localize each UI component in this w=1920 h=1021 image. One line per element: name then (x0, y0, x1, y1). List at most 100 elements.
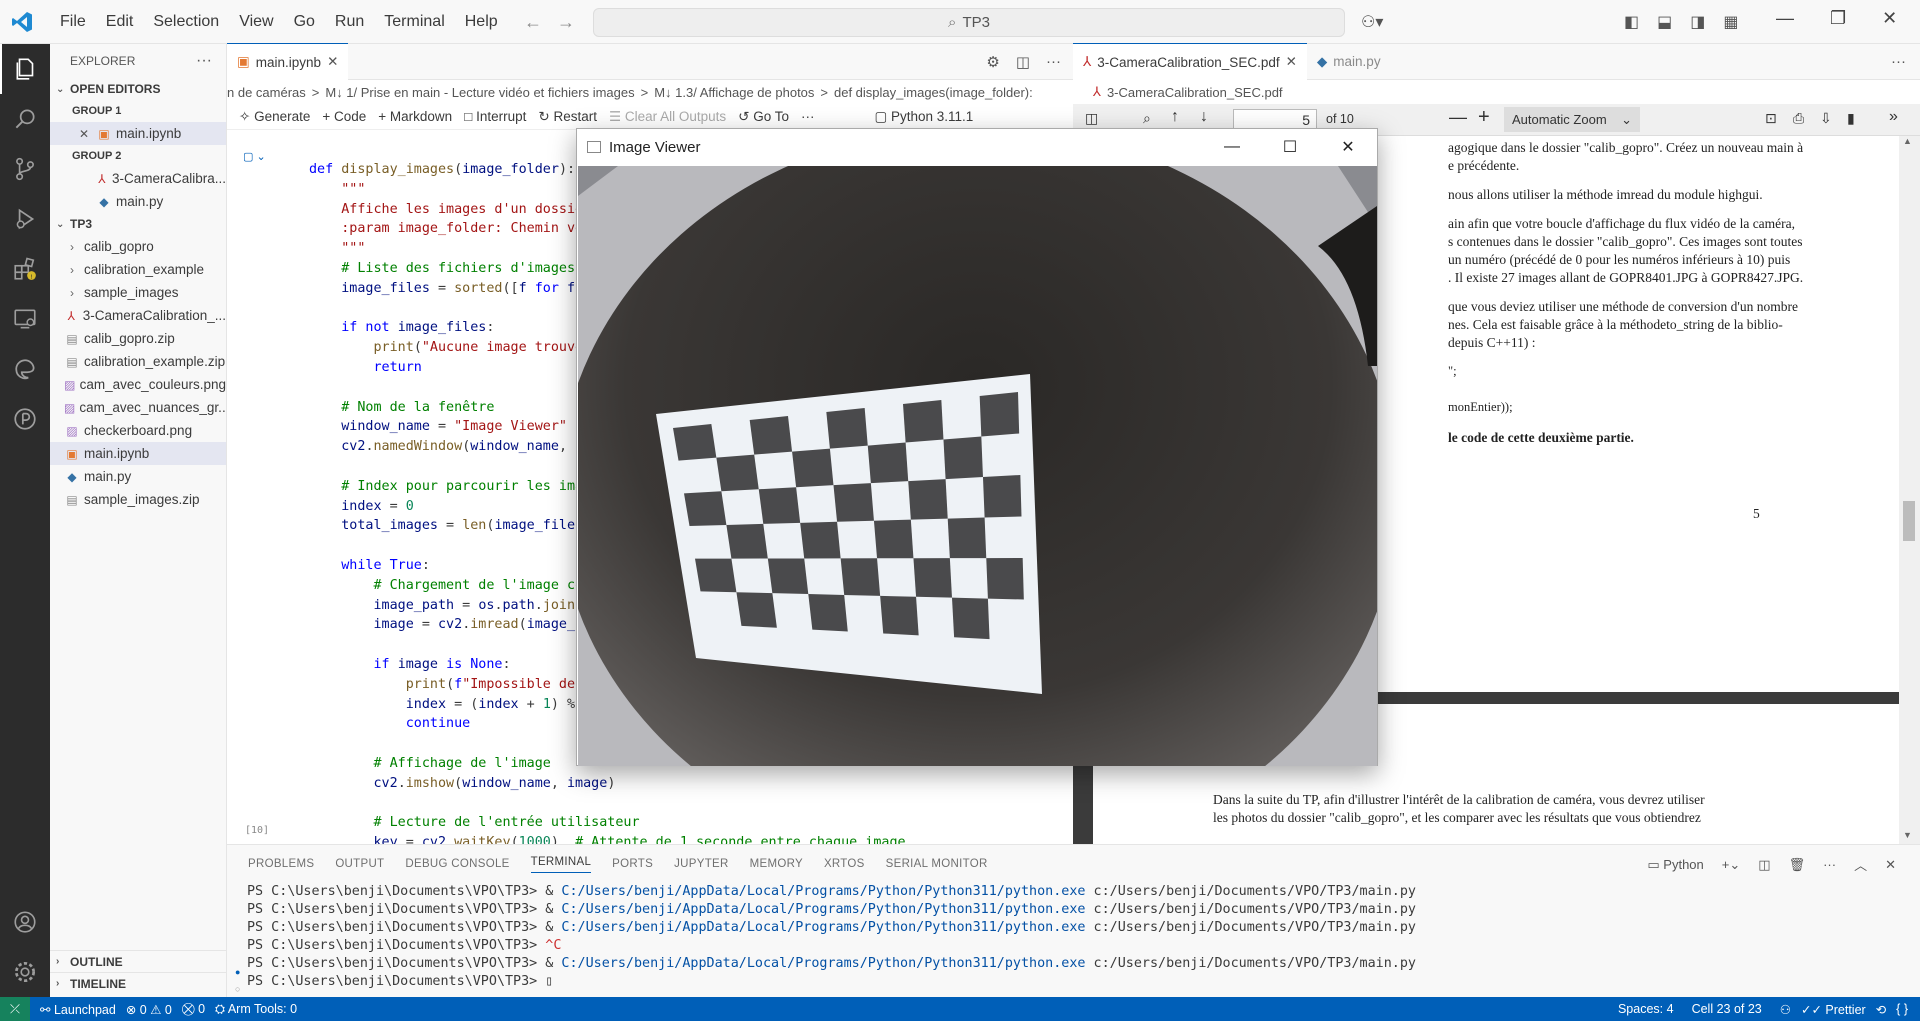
tree-item[interactable]: ▣ main.ipynb (50, 442, 226, 465)
settings-gear-icon[interactable]: ⚙ (986, 53, 999, 71)
tab-problems[interactable]: PROBLEMS (248, 858, 314, 870)
menu-selection[interactable]: Selection (143, 13, 229, 31)
terminal-shell-selector[interactable]: ▭ Python (1647, 857, 1703, 873)
restore-window-icon[interactable]: ❐ (1830, 8, 1846, 29)
menu-help[interactable]: Help (455, 13, 508, 31)
more-actions-icon[interactable]: ··· (196, 52, 212, 70)
open-editor-pdf[interactable]: ⅄ 3-CameraCalibra... (50, 167, 226, 190)
remote-explorer-activity[interactable] (0, 294, 50, 344)
tab-memory[interactable]: MEMORY (750, 858, 803, 870)
search-activity[interactable] (0, 94, 50, 144)
tree-item[interactable]: ▨ cam_avec_couleurs.png (50, 373, 226, 396)
cell-position-status[interactable]: Cell 23 of 23 (1692, 1002, 1762, 1016)
toggle-panel-icon[interactable]: ⬓ (1657, 12, 1672, 32)
manage-activity[interactable] (0, 947, 50, 997)
menu-file[interactable]: File (50, 13, 96, 31)
problems-status[interactable]: ⊗ 0 ⚠ 0 (126, 1002, 172, 1017)
tab-xrtos[interactable]: XRTOS (824, 858, 865, 870)
print-icon[interactable]: ⎙ (1793, 110, 1804, 127)
kernel-picker[interactable]: ▢ Python 3.11.1 (874, 109, 973, 125)
indentation-status[interactable]: Spaces: 4 (1618, 1002, 1674, 1016)
remote-indicator-icon[interactable]: ⤫ (0, 997, 31, 1021)
toggle-primary-sidebar-icon[interactable]: ◧ (1624, 12, 1639, 32)
interrupt-button[interactable]: □ Interrupt (464, 109, 526, 124)
bookmark-icon[interactable]: ▮ (1847, 110, 1855, 127)
toggle-secondary-sidebar-icon[interactable]: ◨ (1690, 12, 1705, 32)
new-terminal-icon[interactable]: +⌄ (1722, 857, 1740, 873)
accounts-activity[interactable] (0, 897, 50, 947)
image-viewer-window[interactable]: Image Viewer — ☐ ✕ (576, 128, 1378, 766)
source-control-activity[interactable] (0, 144, 50, 194)
customize-layout-icon[interactable]: ▦ (1723, 12, 1738, 32)
tree-item[interactable]: › calibration_example (50, 258, 226, 281)
edge-devtools-activity[interactable] (0, 344, 50, 394)
tree-item[interactable]: ▤ calib_gopro.zip (50, 327, 226, 350)
maximize-window-icon[interactable]: ☐ (1261, 129, 1319, 165)
tab-ports[interactable]: PORTS (612, 858, 653, 870)
tree-item[interactable]: ▨ cam_avec_nuances_gr... (50, 396, 226, 419)
minimize-window-icon[interactable]: — (1203, 129, 1261, 165)
tab-pdf[interactable]: ⅄ 3-CameraCalibration_SEC.pdf ✕ (1073, 43, 1307, 80)
timeline-section[interactable]: › TIMELINE (50, 972, 227, 994)
zoom-select[interactable]: Automatic Zoom ⌄ (1504, 107, 1640, 132)
tab-output[interactable]: OUTPUT (335, 858, 384, 870)
download-icon[interactable]: ⇩ (1820, 110, 1832, 127)
tab-main-ipynb[interactable]: ▣ main.ipynb ✕ (227, 43, 349, 80)
search-icon[interactable]: ⌕ (1143, 110, 1151, 127)
tree-item[interactable]: ▨ checkerboard.png (50, 419, 226, 442)
open-editor-main-py[interactable]: ◆ main.py (50, 190, 226, 213)
scroll-thumb[interactable] (1903, 501, 1915, 541)
kill-terminal-icon[interactable]: 🗑 (1789, 857, 1806, 873)
close-icon[interactable]: ✕ (76, 127, 92, 141)
menu-go[interactable]: Go (284, 13, 325, 31)
next-page-icon[interactable]: ↓ (1200, 108, 1208, 126)
arm-tools-status[interactable]: ⛭ Arm Tools: 0 (215, 1002, 297, 1017)
more-actions-icon[interactable]: ··· (801, 109, 815, 124)
zoom-in-icon[interactable]: + (1478, 106, 1490, 129)
tree-item[interactable]: › calib_gopro (50, 235, 226, 258)
tab-terminal[interactable]: TERMINAL (530, 856, 592, 873)
cell-checkbox-icon[interactable]: ▢ ⌄ (243, 150, 266, 163)
tab-serial-monitor[interactable]: SERIAL MONITOR (886, 858, 988, 870)
restart-button[interactable]: ↻ Restart (538, 109, 597, 125)
more-actions-icon[interactable]: ··· (1046, 53, 1061, 71)
back-arrow-icon[interactable]: ← (524, 12, 542, 33)
minimize-window-icon[interactable]: — (1776, 8, 1794, 29)
braces-icon[interactable]: { } (1896, 1002, 1908, 1016)
close-window-icon[interactable]: ✕ (1882, 8, 1897, 29)
open-editor-main-ipynb[interactable]: ✕ ▣ main.ipynb (50, 122, 226, 145)
prev-page-icon[interactable]: ↑ (1171, 108, 1179, 126)
breadcrumb-item[interactable]: n de caméras (227, 85, 306, 100)
generate-button[interactable]: ✧ Generate (239, 109, 310, 125)
more-actions-icon[interactable]: ··· (1823, 857, 1836, 872)
forward-arrow-icon[interactable]: → (557, 12, 575, 33)
tab-debug-console[interactable]: DEBUG CONSOLE (405, 858, 509, 870)
tree-item[interactable]: ▤ sample_images.zip (50, 488, 226, 511)
open-file-icon[interactable]: ⊡ (1765, 110, 1777, 127)
copilot-status-icon[interactable]: ⚇ (1780, 1002, 1791, 1017)
more-actions-icon[interactable]: ··· (1891, 53, 1906, 70)
terminal-output[interactable]: PS C:\Users\benji\Documents\VPO\TP3> & C… (227, 883, 1920, 991)
menu-terminal[interactable]: Terminal (374, 13, 454, 31)
notifications-icon[interactable]: ⟲ (1876, 1002, 1886, 1017)
scroll-up-icon[interactable]: ▲ (1903, 136, 1912, 146)
tree-item[interactable]: › sample_images (50, 281, 226, 304)
platformio-activity[interactable] (0, 394, 50, 444)
tree-item[interactable]: ◆ main.py (50, 465, 226, 488)
image-viewer-titlebar[interactable]: Image Viewer — ☐ ✕ (577, 129, 1377, 165)
more-tools-icon[interactable]: » (1889, 108, 1898, 126)
tree-item[interactable]: ⅄ 3-CameraCalibration_... (50, 304, 226, 327)
tree-item[interactable]: ▤ calibration_example.zip (50, 350, 226, 373)
scroll-down-icon[interactable]: ▼ (1903, 830, 1912, 840)
folder-tp3-section[interactable]: ⌄ TP3 (50, 213, 226, 235)
tab-main-py[interactable]: ◆ main.py (1307, 44, 1391, 80)
prettier-status[interactable]: ✓✓ Prettier (1801, 1002, 1866, 1017)
breadcrumb-item[interactable]: def display_images(image_folder): (834, 85, 1033, 100)
goto-button[interactable]: ↺ Go To (738, 109, 789, 125)
explorer-activity[interactable] (0, 44, 50, 94)
run-debug-activity[interactable] (0, 194, 50, 244)
close-icon[interactable]: ✕ (327, 54, 338, 70)
split-editor-icon[interactable]: ◫ (1016, 53, 1030, 71)
extensions-activity[interactable]: ! (0, 244, 50, 294)
tab-jupyter[interactable]: JUPYTER (674, 858, 729, 870)
